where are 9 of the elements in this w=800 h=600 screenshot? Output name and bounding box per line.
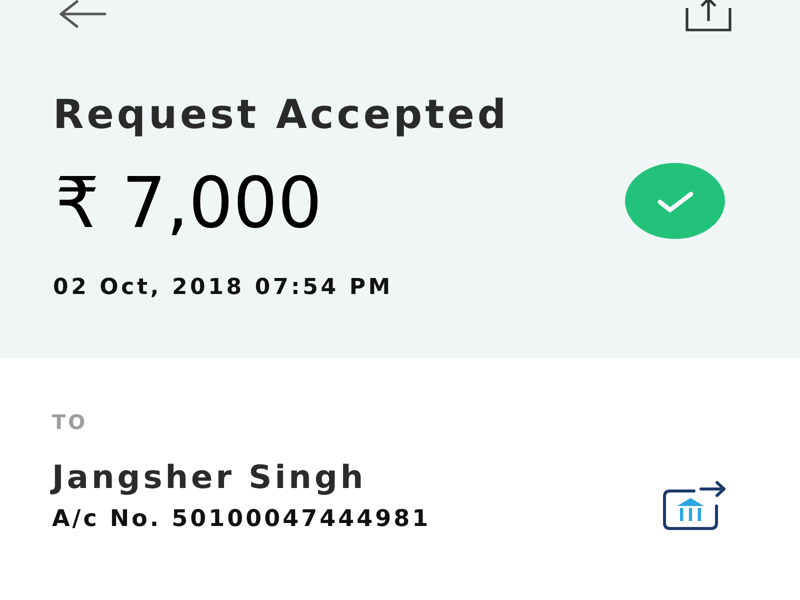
recipient-name: Jangsher Singh — [52, 461, 366, 493]
back-icon[interactable] — [58, 0, 107, 28]
share-icon[interactable] — [684, 0, 733, 32]
bank-arrow-icon — [663, 481, 727, 530]
account-number: A/c No. 50100047444981 — [52, 508, 431, 531]
amount-text: ₹ 7,000 — [55, 168, 322, 238]
timestamp-text: 02 Oct, 2018 07:54 PM — [53, 277, 393, 299]
to-label: TO — [52, 412, 88, 432]
status-title: Request Accepted — [53, 95, 510, 135]
